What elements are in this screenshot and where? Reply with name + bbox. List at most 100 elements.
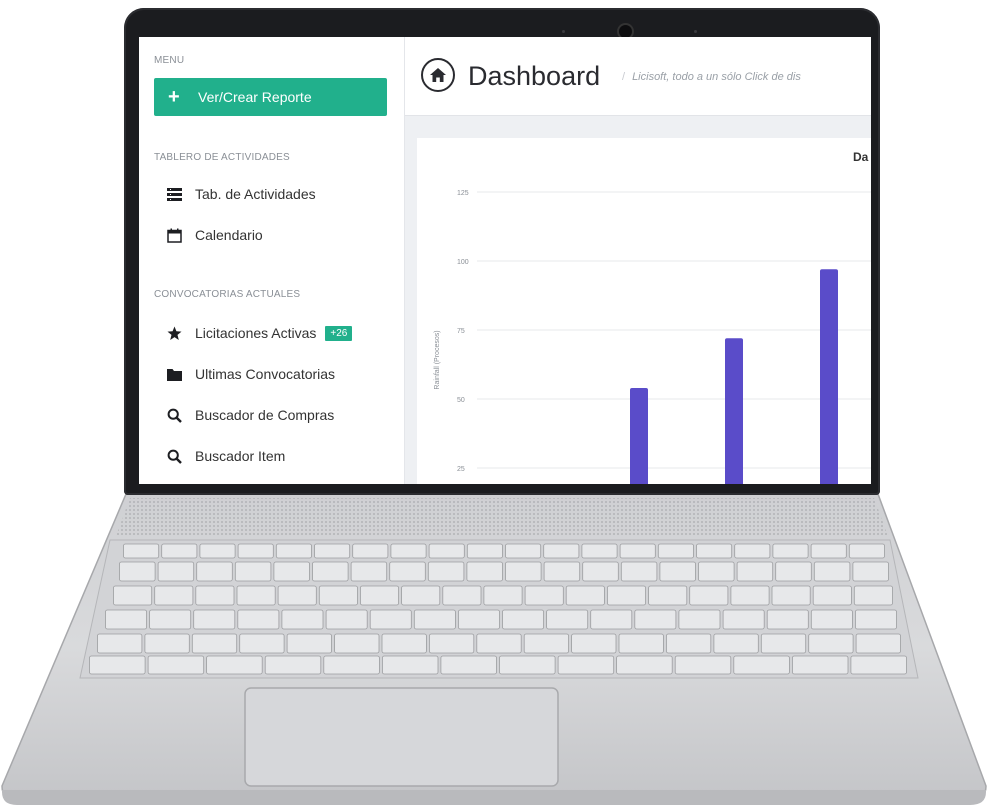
keyboard-key[interactable] [734,543,771,559]
keyboard-key[interactable] [810,543,847,559]
keyboard-key[interactable] [413,609,456,630]
keyboard-key[interactable] [318,585,358,606]
keyboard-key[interactable] [713,633,759,654]
keyboard-key[interactable] [161,543,198,559]
keyboard-key[interactable] [236,585,276,606]
keyboard-key[interactable] [620,561,658,582]
keyboard-key[interactable] [543,561,581,582]
keyboard-key[interactable] [771,585,811,606]
keyboard-key[interactable] [457,609,500,630]
keyboard-key[interactable] [659,561,696,582]
keyboard-key[interactable] [123,543,160,559]
create-report-button[interactable]: + Ver/Crear Reporte [154,78,387,116]
keyboard-key[interactable] [193,609,236,630]
keyboard-key[interactable] [618,633,664,654]
keyboard-key[interactable] [850,655,907,675]
bar-series-2[interactable] [820,269,838,484]
keyboard-key[interactable] [264,655,322,675]
keyboard-key[interactable] [427,561,465,582]
home-icon[interactable] [421,58,455,92]
keyboard-key[interactable] [733,655,790,675]
keyboard-key[interactable] [565,585,605,606]
keyboard-key[interactable] [760,633,807,654]
keyboard-key[interactable] [359,585,399,606]
keyboard-key[interactable] [381,655,439,675]
keyboard-key[interactable] [499,655,556,675]
keyboard-key[interactable] [428,543,465,559]
sidebar-item-active-tenders[interactable]: Licitaciones Activas +26 [165,324,353,342]
keyboard-key[interactable] [281,609,324,630]
keyboard-key[interactable] [730,585,770,606]
keyboard-key[interactable] [476,633,522,654]
keyboard-key[interactable] [722,609,765,630]
keyboard-key[interactable] [543,543,580,559]
trackpad[interactable] [244,687,559,787]
keyboard-key[interactable] [648,585,688,606]
sidebar-item-item-search[interactable]: Buscador Item [165,447,285,465]
keyboard-key[interactable] [428,633,475,654]
keyboard-key[interactable] [848,543,885,559]
sidebar-item-calendar[interactable]: Calendario [165,226,263,244]
keyboard-key[interactable] [590,609,633,630]
keyboard-key[interactable] [442,585,482,606]
keyboard-key[interactable] [196,561,233,582]
keyboard-key[interactable] [105,609,147,630]
keyboard-key[interactable] [314,543,351,559]
keyboard-key[interactable] [350,561,388,582]
keyboard-key[interactable] [334,633,380,654]
keyboard-key[interactable] [113,585,153,606]
bar-series-2[interactable] [630,387,648,484]
keyboard-key[interactable] [505,561,542,582]
sidebar-item-purchase-search[interactable]: Buscador de Compras [165,406,334,424]
keyboard-key[interactable] [855,633,901,654]
keyboard-key[interactable] [766,609,809,630]
keyboard-key[interactable] [619,543,656,559]
keyboard-key[interactable] [325,609,368,630]
keyboard-key[interactable] [466,561,503,582]
keyboard-key[interactable] [657,543,694,559]
keyboard-key[interactable] [273,561,310,582]
keyboard-key[interactable] [401,585,441,606]
keyboard-key[interactable] [674,655,732,675]
keyboard-key[interactable] [524,585,564,606]
keyboard-key[interactable] [390,543,427,559]
keyboard-key[interactable] [808,633,854,654]
keyboard-key[interactable] [199,543,236,559]
keyboard-key[interactable] [237,609,280,630]
keyboard-key[interactable] [277,585,317,606]
keyboard-key[interactable] [352,543,389,559]
sidebar-item-activities[interactable]: Tab. de Actividades [165,185,316,203]
keyboard-key[interactable] [698,561,735,582]
keyboard-key[interactable] [853,585,893,606]
keyboard-key[interactable] [634,609,677,630]
keyboard-key[interactable] [97,633,143,654]
keyboard-key[interactable] [557,655,615,675]
keyboard-key[interactable] [812,585,852,606]
keyboard-key[interactable] [813,561,851,582]
keyboard-key[interactable] [381,633,427,654]
keyboard-key[interactable] [312,561,349,582]
keyboard-key[interactable] [483,585,523,606]
keyboard-key[interactable] [607,585,647,606]
keyboard-key[interactable] [195,585,235,606]
keyboard-key[interactable] [191,633,238,654]
keyboard-key[interactable] [323,655,380,675]
keyboard-key[interactable] [286,633,332,654]
keyboard-key[interactable] [546,609,589,630]
keyboard-key[interactable] [157,561,195,582]
keyboard-key[interactable] [571,633,617,654]
keyboard-key[interactable] [666,633,712,654]
keyboard-key[interactable] [775,561,812,582]
keyboard-key[interactable] [689,585,729,606]
keyboard-key[interactable] [234,561,272,582]
keyboard-key[interactable] [582,561,619,582]
keyboard-key[interactable] [523,633,570,654]
keyboard-key[interactable] [89,655,146,675]
keyboard-key[interactable] [810,609,853,630]
keyboard-key[interactable] [149,609,192,630]
sidebar-item-latest-calls[interactable]: Ultimas Convocatorias [165,365,335,383]
keyboard-key[interactable] [792,655,849,675]
keyboard-key[interactable] [147,655,205,675]
keyboard-key[interactable] [855,609,897,630]
keyboard-key[interactable] [736,561,774,582]
